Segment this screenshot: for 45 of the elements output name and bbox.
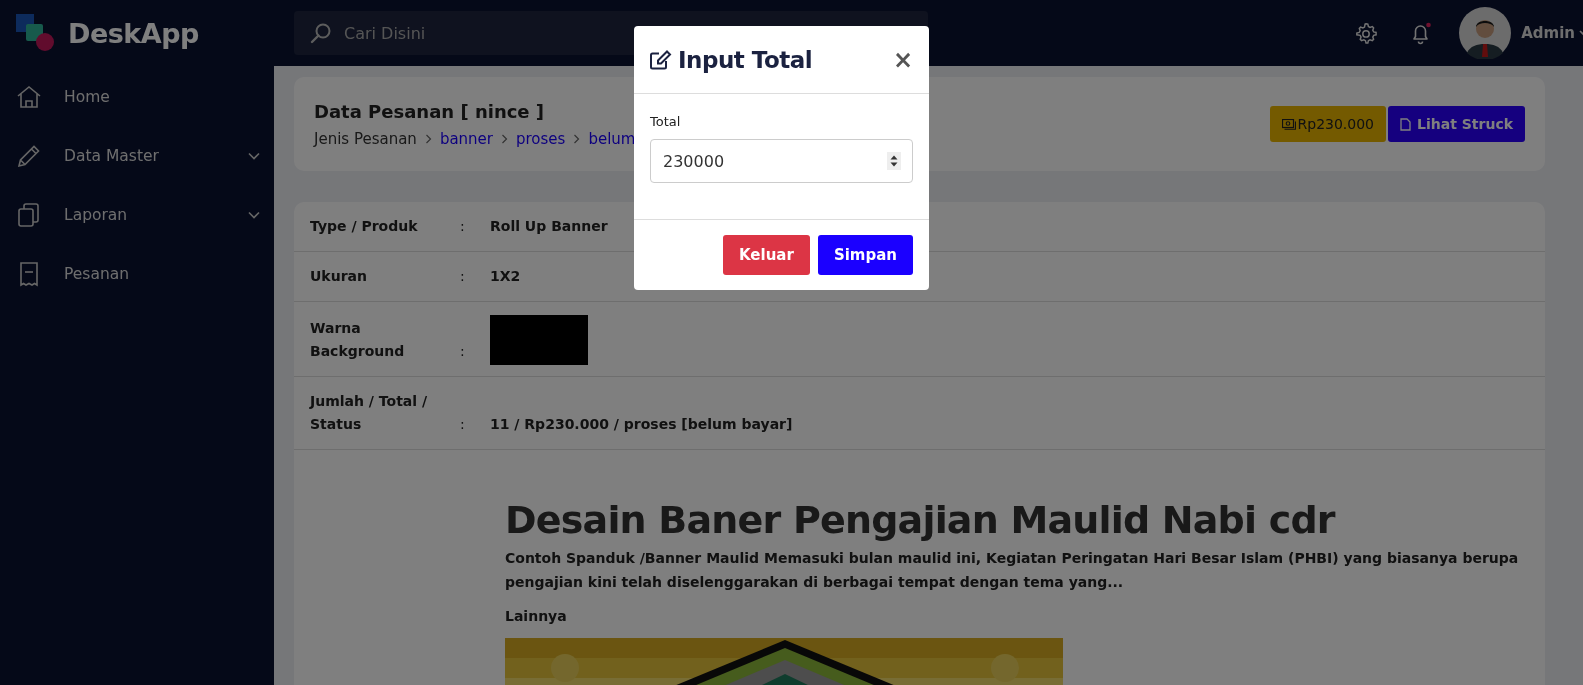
page-title: Data Pesanan [ nince ] bbox=[314, 100, 545, 122]
detail-separator: : bbox=[460, 415, 466, 434]
detail-separator: : bbox=[460, 267, 466, 286]
spinner-icon[interactable] bbox=[887, 152, 901, 170]
edit-icon bbox=[650, 49, 672, 70]
breadcrumb-link[interactable]: banner bbox=[439, 129, 493, 148]
chevron-icon bbox=[248, 210, 260, 219]
field-label: Total bbox=[650, 114, 682, 129]
detail-label: Type / Produk bbox=[310, 217, 419, 236]
breadcrumb-item: Jenis Pesanan bbox=[314, 129, 417, 148]
brand-name: DeskApp bbox=[68, 17, 199, 49]
detail-separator: : bbox=[460, 217, 466, 236]
more-label: Lainnya bbox=[505, 608, 568, 624]
exit-button[interactable]: Keluar bbox=[723, 235, 810, 275]
breadcrumb-link[interactable]: proses bbox=[516, 129, 566, 148]
save-button[interactable]: Simpan bbox=[817, 235, 913, 275]
sidebar-item[interactable]: Laporan bbox=[0, 185, 274, 244]
total-input[interactable]: 230000 bbox=[650, 139, 913, 183]
article-text: Contoh Spanduk /Banner Maulid Memasuki bulan maulid ini, Kegiatan Peringatan Hari Besar Islam (PHBI) yang biasanya berupa pengajian kini telah diselenggarakan di berbagai tempat dengan tema yang... bbox=[505, 549, 1520, 592]
user-name[interactable]: Admin bbox=[1521, 24, 1575, 42]
sidebar-item[interactable]: Pesanan bbox=[0, 244, 274, 303]
chevron-right-icon bbox=[501, 133, 508, 144]
logo-icon bbox=[16, 14, 56, 52]
house-icon bbox=[16, 83, 42, 110]
detail-label: Ukuran bbox=[310, 267, 368, 286]
breadcrumb-link[interactable]: belum bbox=[588, 129, 636, 148]
sidebar-item[interactable]: Home bbox=[0, 67, 274, 126]
total-button[interactable]: Rp230.000 bbox=[1269, 106, 1387, 142]
detail-label: Jumlah / Total / Status bbox=[310, 392, 429, 434]
chevron-right-icon bbox=[573, 133, 581, 144]
document-icon bbox=[1400, 117, 1412, 131]
detail-value: 11 / Rp230.000 / proses [belum bayar] bbox=[490, 415, 793, 434]
detail-value: 1X2 bbox=[490, 267, 521, 286]
detail-value: Roll Up Banner bbox=[490, 217, 608, 236]
article-title: Desain Baner Pengajian Maulid Nabi cdr bbox=[505, 498, 1337, 542]
detail-separator: : bbox=[460, 342, 466, 361]
settings-icon[interactable] bbox=[1355, 22, 1378, 44]
chevron-right-icon bbox=[424, 133, 432, 144]
sidebar-item[interactable]: Data Master bbox=[0, 126, 274, 185]
copy-icon bbox=[16, 201, 42, 228]
user-avatar[interactable] bbox=[1459, 7, 1512, 59]
money-icon bbox=[1281, 118, 1296, 130]
chevron-icon bbox=[248, 151, 260, 160]
receipt-button[interactable]: Lihat Struck bbox=[1388, 106, 1525, 142]
detail-label: Warna Background bbox=[310, 319, 406, 361]
